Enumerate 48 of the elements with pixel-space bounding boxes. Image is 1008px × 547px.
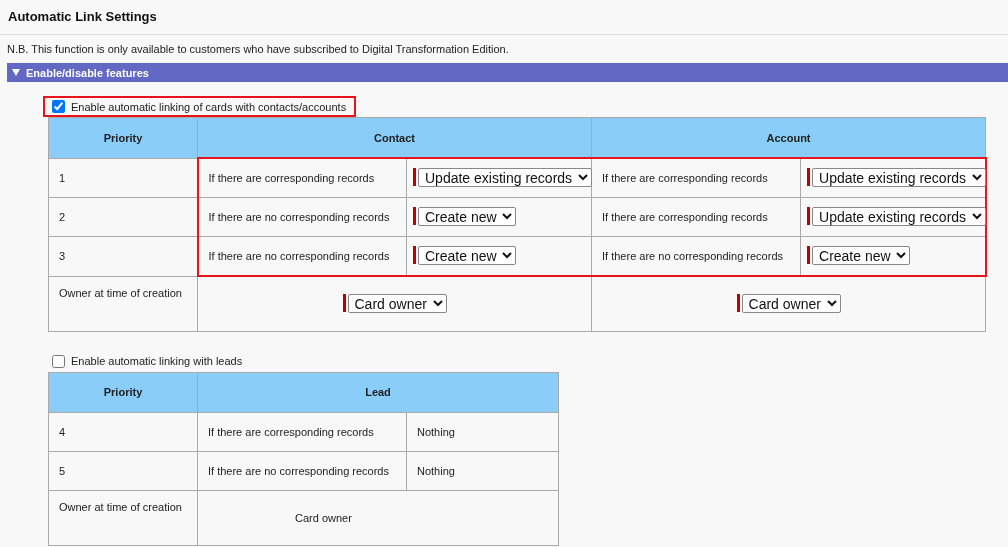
table-cell: Owner at time of creation (48, 276, 198, 331)
checkbox-label: Enable automatic linking of cards with contacts/accounts (71, 100, 347, 113)
table-cell: If there are no corresponding records (197, 236, 407, 276)
table-cell: 4 (48, 412, 198, 451)
section-header[interactable]: Enable/disable features (7, 63, 1008, 82)
table-cell: If there are corresponding records (197, 158, 407, 198)
section-title: Enable/disable features (26, 66, 149, 79)
table-cell: 2 (48, 197, 198, 237)
table-cell: If there are corresponding records (591, 158, 801, 198)
action-dropdown[interactable]: Update existing records (418, 167, 592, 187)
required-marker (807, 168, 810, 187)
table-cell: 1 (48, 158, 198, 198)
required-marker (413, 246, 416, 265)
column-header: Account (591, 117, 986, 158)
checkbox[interactable] (52, 354, 65, 368)
action-dropdown[interactable]: Card owner (347, 293, 447, 313)
table-cell: Owner at time of creation (48, 490, 198, 545)
action-dropdown[interactable]: Create new (812, 245, 910, 265)
column-header: Priority (48, 117, 198, 158)
required-marker (413, 168, 416, 187)
required-marker (807, 207, 810, 226)
action-dropdown[interactable]: Create new (418, 245, 516, 265)
required-marker (413, 207, 416, 226)
action-dropdown[interactable]: Card owner (741, 293, 841, 313)
column-header: Contact (197, 117, 592, 158)
table-cell: If there are corresponding records (591, 197, 801, 237)
checkbox-label: Enable automatic linking with leads (71, 355, 243, 367)
table-cell: If there are no corresponding records (197, 451, 407, 490)
action-dropdown[interactable]: Update existing records (812, 206, 986, 226)
page-title: Automatic Link Settings (0, 0, 1008, 35)
table-cell: Nothing (406, 412, 559, 451)
table-cell: 5 (48, 451, 198, 490)
column-header: Lead (197, 372, 559, 412)
note-text: N.B. This function is only available to customers who have subscribed to Digital Transformation Edition. (6, 42, 510, 57)
required-marker (342, 294, 346, 312)
table-cell: If there are no corresponding records (197, 197, 407, 237)
action-dropdown[interactable]: Update existing records (812, 167, 986, 187)
caret-down-icon[interactable] (12, 69, 20, 76)
table-cell: If there are corresponding records (197, 412, 407, 451)
table-cell: Card owner (197, 490, 559, 545)
column-header: Priority (48, 372, 198, 412)
table-cell: If there are no corresponding records (591, 236, 801, 276)
table-cell: 3 (48, 236, 198, 276)
required-marker (736, 294, 740, 312)
table-cell: Nothing (406, 451, 559, 490)
required-marker (807, 246, 810, 265)
checkbox[interactable] (52, 100, 65, 113)
action-dropdown[interactable]: Create new (418, 206, 516, 226)
